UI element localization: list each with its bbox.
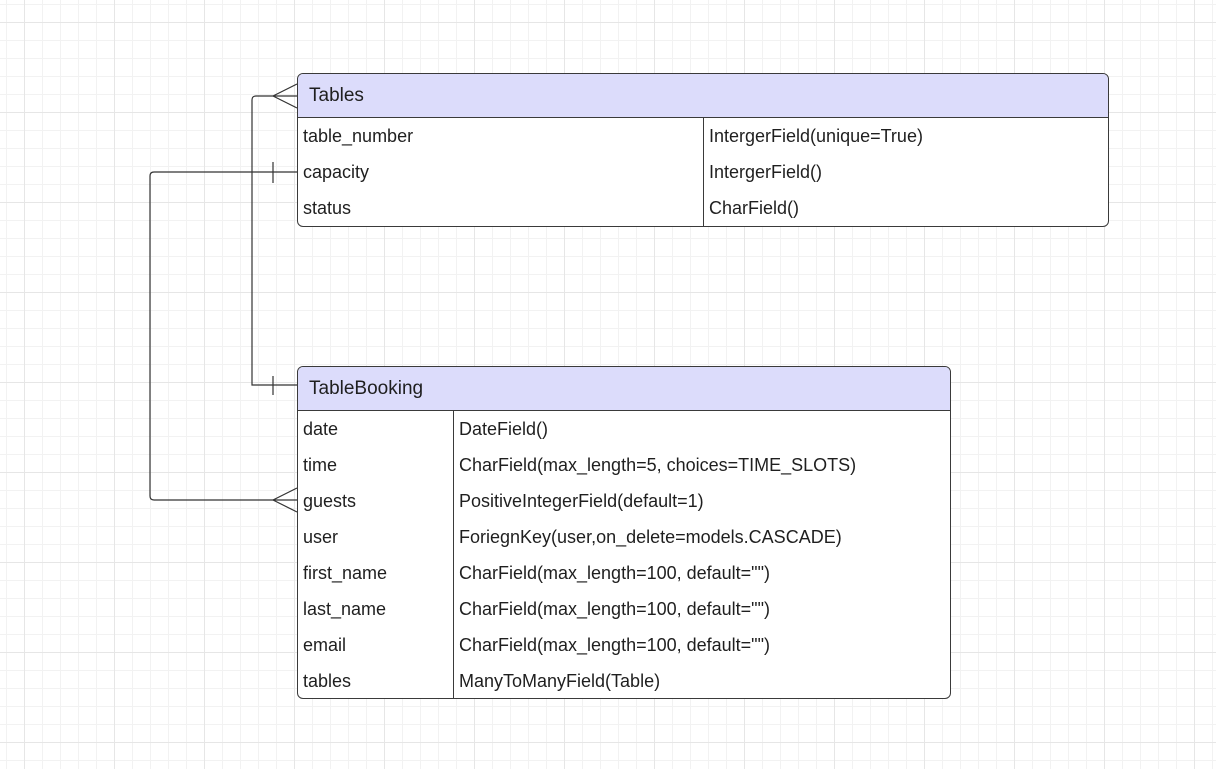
field-name: last_name	[303, 598, 387, 619]
entity-title: Tables	[309, 84, 364, 106]
field-type: CharField(max_length=100, default="")	[459, 598, 770, 619]
field-name: tables	[303, 670, 352, 691]
field-type: ForiegnKey(user,on_delete=models.CASCADE…	[459, 526, 842, 547]
entity-header: Tables	[298, 74, 1108, 118]
connector-tables-to-tablebooking	[251, 95, 297, 386]
field-name: date	[303, 418, 339, 439]
field-name: first_name	[303, 562, 388, 583]
field-type-column: IntergerField(unique=True) IntergerField…	[703, 118, 1108, 226]
field-type: ManyToManyField(Table)	[459, 670, 661, 691]
field-type: DateField()	[459, 418, 549, 439]
field-type-column: DateField() CharField(max_length=5, choi…	[453, 411, 950, 698]
field-name-column: date time guests user first_name last_na…	[298, 411, 453, 698]
field-name: email	[303, 634, 347, 655]
connector-capacity-to-guests	[149, 171, 297, 501]
field-name: time	[303, 454, 338, 475]
field-type: CharField()	[709, 197, 800, 218]
entity-title: TableBooking	[309, 377, 424, 399]
field-type: CharField(max_length=100, default="")	[459, 634, 770, 655]
field-type: PositiveIntegerField(default=1)	[459, 490, 704, 511]
field-name: status	[303, 197, 352, 218]
field-name: user	[303, 526, 339, 547]
field-name: capacity	[303, 161, 370, 182]
field-type: CharField(max_length=5, choices=TIME_SLO…	[459, 454, 857, 475]
field-type: IntergerField()	[709, 161, 823, 182]
entity-header: TableBooking	[298, 367, 950, 411]
field-name: table_number	[303, 125, 414, 146]
entity-tables[interactable]: Tables table_number capacity status Inte…	[297, 73, 1109, 227]
field-type: CharField(max_length=100, default="")	[459, 562, 770, 583]
field-name: guests	[303, 490, 357, 511]
field-type: IntergerField(unique=True)	[709, 125, 923, 146]
field-name-column: table_number capacity status	[298, 118, 703, 226]
entity-tablebooking[interactable]: TableBooking date time guests user first…	[297, 366, 951, 699]
